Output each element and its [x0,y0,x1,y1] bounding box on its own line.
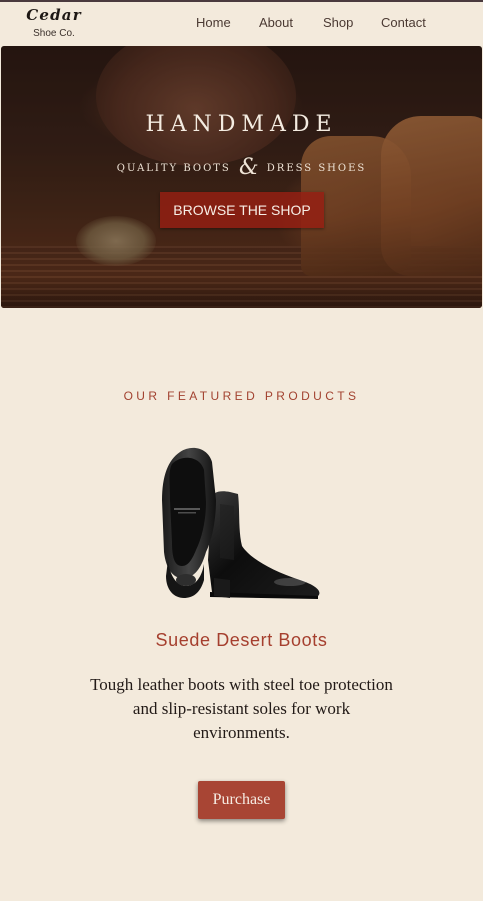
site-header: Cedar Shoe Co. Home About Shop Contact [0,2,483,46]
product-title[interactable]: Suede Desert Boots [0,629,483,651]
main-nav: Home About Shop Contact [0,14,483,34]
hero-title: HANDMADE [145,112,338,137]
nav-shop[interactable]: Shop [323,14,353,32]
hero-subtitle-right: DRESS SHOES [266,163,367,174]
page: Cedar Shoe Co. Home About Shop Contact H… [0,0,483,901]
hero-subtitle-left: QUALITY BOOTS [116,163,231,174]
nav-about[interactable]: About [259,14,293,32]
hero-banner: HANDMADE QUALITY BOOTS & DRESS SHOES BRO… [1,46,482,308]
black-chelsea-boot-icon [162,447,320,599]
nav-home[interactable]: Home [196,14,231,32]
product-image[interactable] [150,440,330,605]
hero-subtitle-ampersand: & [238,155,259,180]
nav-contact[interactable]: Contact [381,14,426,32]
featured-products-heading: OUR FEATURED PRODUCTS [123,389,360,403]
hero-subtitle: QUALITY BOOTS & DRESS SHOES [1,155,482,180]
purchase-button[interactable]: Purchase [198,781,285,819]
browse-shop-button[interactable]: BROWSE THE SHOP [160,192,324,228]
product-description: Tough leather boots with steel toe prote… [90,675,393,742]
